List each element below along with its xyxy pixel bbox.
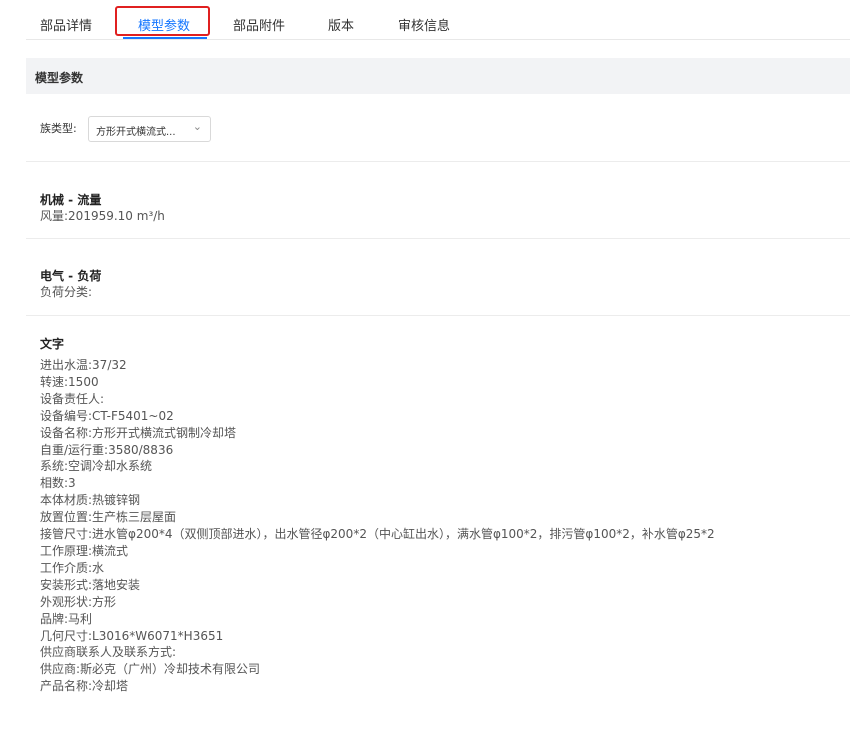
section-divider — [26, 238, 850, 239]
section-title-mechanical-flow: 机械 - 流量 — [40, 193, 102, 207]
list-item: 工作原理:横流式 — [40, 543, 129, 558]
param-load-category: 负荷分类: — [40, 285, 93, 299]
list-item: 供应商联系人及联系方式: — [40, 645, 177, 660]
tab-version[interactable]: 版本 — [328, 15, 354, 34]
list-item: 外观形状:方形 — [40, 594, 117, 609]
family-type-label: 族类型: — [40, 122, 77, 135]
panel-header: 模型参数 — [26, 58, 850, 94]
list-item: 供应商:斯必克（广州）冷却技术有限公司 — [40, 662, 261, 677]
tab-review-info[interactable]: 审核信息 — [398, 15, 450, 34]
list-item: 品牌:马利 — [40, 611, 93, 626]
panel-title: 模型参数 — [35, 71, 84, 85]
section-divider — [26, 315, 850, 316]
tab-part-details[interactable]: 部品详情 — [40, 15, 92, 34]
list-item: 进出水温:37/32 — [40, 358, 127, 372]
list-item: 安装形式:落地安装 — [40, 577, 141, 592]
active-tab-indicator — [123, 37, 207, 39]
section-divider — [26, 161, 850, 162]
list-item: 自重/运行重:3580/8836 — [40, 442, 174, 457]
list-item: 设备编号:CT-F5401~02 — [40, 408, 174, 423]
text-param-list: 进出水温:37/32 转速:1500 设备责任人: 设备编号:CT-F5401~… — [40, 357, 715, 695]
list-item: 相数:3 — [40, 476, 76, 491]
list-item: 转速:1500 — [40, 374, 99, 389]
param-air-volume: 风量:201959.10 m³/h — [40, 209, 165, 223]
active-tab-highlight-box — [115, 6, 210, 36]
family-type-value: 方形开式横流式... — [96, 127, 176, 138]
chevron-down-icon: ⌄ — [192, 120, 202, 133]
list-item: 设备名称:方形开式横流式钢制冷却塔 — [40, 425, 237, 440]
list-item: 设备责任人: — [40, 391, 105, 406]
list-item: 产品名称:冷却塔 — [40, 679, 129, 694]
tab-part-attachments[interactable]: 部品附件 — [233, 15, 285, 34]
list-item: 工作介质:水 — [40, 560, 105, 575]
section-title-text: 文字 — [40, 337, 65, 351]
family-type-select[interactable]: 方形开式横流式... ⌄ — [88, 116, 211, 142]
section-title-electrical-load: 电气 - 负荷 — [40, 269, 102, 283]
list-item: 几何尺寸:L3016*W6071*H3651 — [40, 628, 224, 643]
list-item: 接管尺寸:进水管φ200*4（双侧顶部进水），出水管径φ200*2（中心缸出水）… — [40, 527, 715, 542]
list-item: 本体材质:热镀锌钢 — [40, 493, 141, 508]
list-item: 放置位置:生产栋三层屋面 — [40, 510, 177, 525]
list-item: 系统:空调冷却水系统 — [40, 459, 153, 474]
